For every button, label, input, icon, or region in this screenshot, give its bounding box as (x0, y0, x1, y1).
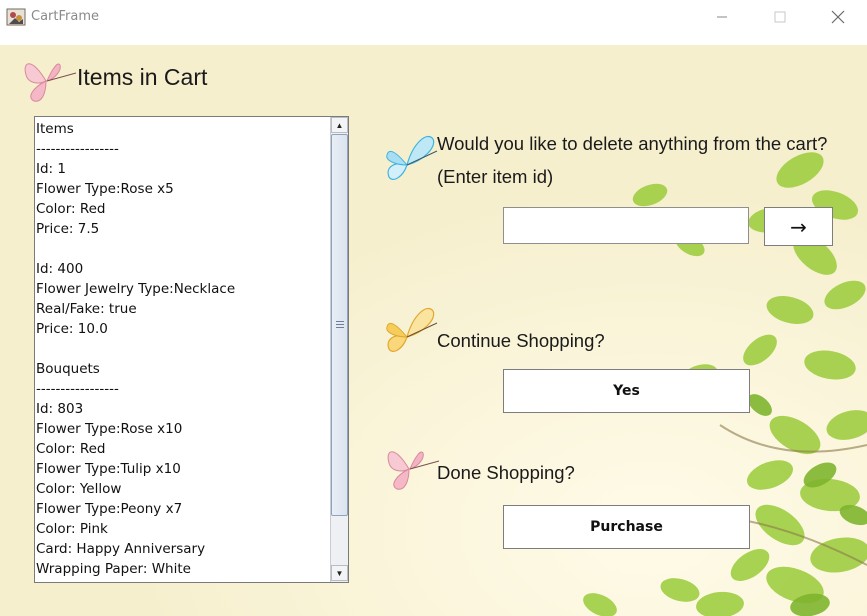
scroll-down-button[interactable]: ▼ (331, 565, 348, 581)
cart-list-line: Bouquets (36, 361, 100, 377)
window-title: CartFrame (31, 9, 99, 24)
maximize-icon (774, 11, 786, 22)
title-bar: CartFrame (0, 0, 867, 33)
cart-list-line: Items (36, 121, 74, 137)
close-icon (831, 10, 845, 23)
chevron-down-icon: ▼ (335, 568, 344, 578)
thumb-grip-line (336, 321, 344, 322)
content-area: Items in Cart Items ----------------- Id: … (0, 45, 867, 616)
pink-butterfly-icon (387, 451, 440, 490)
done-prompt: Done Shopping? (437, 462, 575, 483)
delete-submit-button[interactable]: → (764, 207, 833, 246)
cart-list-line: Flower Type:Rose x10 (36, 421, 183, 437)
cart-list-line: Color: Pink (36, 521, 108, 537)
cart-list-line: Card: Happy Anniversary (36, 541, 206, 557)
purchase-button[interactable]: Purchase (503, 505, 750, 549)
cart-list-line: Flower Jewelry Type:Necklace (36, 281, 236, 297)
cart-list-line: Wrapping Paper: White (36, 561, 191, 577)
cart-list-line (36, 339, 329, 359)
blue-butterfly-icon (386, 135, 438, 180)
cart-items-text: Items ----------------- Id: 1 Flower Type:R… (36, 119, 329, 581)
cart-list-line: Id: 400 (36, 261, 84, 277)
scrollbar-thumb[interactable] (331, 134, 348, 516)
item-id-input[interactable] (503, 207, 749, 244)
thumb-grip-line (336, 324, 344, 325)
close-button[interactable] (815, 0, 861, 33)
pink-butterfly-icon (24, 63, 77, 102)
flower-app-icon (6, 8, 26, 26)
continue-prompt: Continue Shopping? (437, 330, 605, 351)
cart-list-line: Flower Type:Tulip x10 (36, 461, 181, 477)
arrow-right-icon: → (790, 214, 807, 239)
vertical-scrollbar[interactable]: ▲ ▼ (330, 117, 348, 582)
delete-prompt: Would you like to delete anything from t… (437, 133, 828, 154)
cart-list-line: Real/Fake: true (36, 301, 137, 317)
chevron-up-icon: ▲ (335, 120, 344, 130)
cart-items-list[interactable]: Items ----------------- Id: 1 Flower Type:R… (34, 116, 349, 583)
cart-list-line: ----------------- (36, 141, 119, 157)
yellow-butterfly-icon (386, 307, 438, 352)
cart-list-line: Color: Red (36, 201, 106, 217)
minimize-button[interactable] (699, 0, 745, 33)
cart-list-line: Color: Red (36, 441, 106, 457)
cart-list-line: Flower Type:Peony x7 (36, 501, 183, 517)
cart-list-line: Id: 1 (36, 161, 66, 177)
cart-list-line: Price: 10.0 (36, 321, 108, 337)
cart-list-line: Color: Yellow (36, 481, 122, 497)
cart-list-line (36, 239, 329, 259)
minimize-icon (717, 16, 727, 17)
cart-list-line: Flower Type:Rose x5 (36, 181, 174, 197)
delete-prompt-hint: (Enter item id) (437, 166, 554, 187)
thumb-grip-line (336, 327, 344, 328)
cart-list-line: Price: 7.5 (36, 221, 100, 237)
page-title: Items in Cart (77, 64, 208, 90)
maximize-button[interactable] (757, 0, 803, 33)
cart-list-line: Bouquet Price: 79.0 (36, 579, 329, 581)
cart-list-line: Id: 803 (36, 401, 84, 417)
cart-list-line: ----------------- (36, 381, 119, 397)
continue-shopping-button[interactable]: Yes (503, 369, 750, 413)
scroll-up-button[interactable]: ▲ (331, 117, 348, 133)
